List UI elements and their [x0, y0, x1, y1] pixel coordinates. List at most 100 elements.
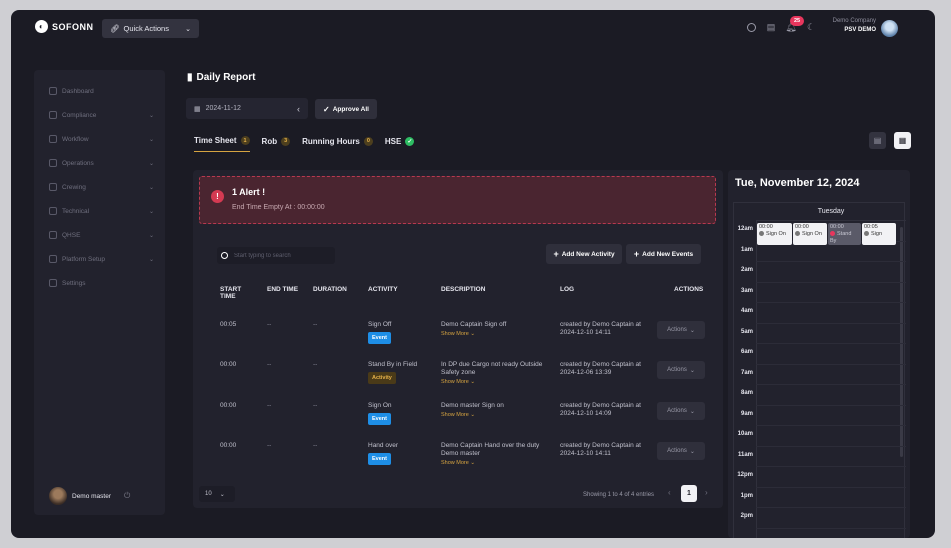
event-dot-icon	[864, 231, 869, 237]
topbar-icons: ▤ 🔔︎ 25 ☾	[746, 16, 816, 32]
calendar-hour-line	[756, 384, 906, 385]
add-new-activity-button[interactable]: + Add New Activity	[546, 244, 622, 264]
sidebar-item-qhse[interactable]: QHSE ⌄	[49, 231, 154, 239]
approve-all-button[interactable]: ✓ Approve All	[315, 99, 377, 119]
sidebar-item-platform-setup[interactable]: Platform Setup ⌄	[49, 255, 154, 263]
calendar-hour-label: 2pm	[740, 513, 753, 519]
page-title-text: Daily Report	[196, 72, 256, 83]
search-box	[217, 247, 335, 264]
col-header-duration[interactable]: DURATION	[313, 286, 347, 293]
sidebar-item-workflow[interactable]: Workflow ⌄	[49, 135, 154, 143]
chevron-left-icon[interactable]: ‹	[297, 104, 300, 114]
sidebar-item-operations[interactable]: Operations ⌄	[49, 159, 154, 167]
calendar-hour-label: 2am	[740, 267, 753, 273]
event-dot-icon	[759, 231, 764, 237]
row-actions-button[interactable]: Actions ⌄	[657, 402, 705, 420]
calendar-event[interactable]: 00:00 Stand By	[828, 223, 861, 245]
sidebar-item-label: Dashboard	[62, 87, 94, 95]
sidebar-item-crewing[interactable]: Crewing ⌄	[49, 183, 154, 191]
per-page-select[interactable]: 10 ⌄	[199, 486, 235, 502]
col-header-activity[interactable]: ACTIVITY	[368, 286, 398, 293]
chevron-down-icon: ⌄	[148, 232, 154, 239]
tab-hse[interactable]: HSE ✓	[384, 134, 415, 152]
sidebar-item-label: Operations	[62, 159, 94, 167]
date-picker[interactable]: ▦ 2024-11-12 ‹	[186, 98, 308, 119]
calendar-hour-line	[756, 466, 906, 467]
description-text: In DP due Cargo not ready Outside Safety…	[441, 361, 543, 376]
chat-icon[interactable]: ▤	[766, 22, 776, 32]
col-header-end-time[interactable]: END TIME	[267, 286, 298, 293]
pagination-page-button[interactable]: 1	[681, 485, 697, 502]
cell-duration: --	[313, 361, 318, 368]
company-name: Demo Company	[832, 18, 876, 24]
chevron-down-icon: ⌄	[185, 25, 191, 33]
calendar-event[interactable]: 00:00 Sign On	[793, 223, 827, 245]
calendar-event[interactable]: 00:00 Sign On	[757, 223, 792, 245]
compliance-icon	[49, 111, 57, 119]
pagination-summary: Showing 1 to 4 of 4 entries	[583, 492, 655, 498]
cell-duration: --	[313, 442, 318, 449]
search-input[interactable]	[234, 252, 329, 259]
logout-icon[interactable]: ⏻	[124, 491, 130, 501]
calendar-hour-line	[756, 528, 906, 529]
tab-running-hours[interactable]: Running Hours 0	[302, 134, 373, 152]
actions-label: Actions	[667, 367, 687, 373]
moon-icon[interactable]: ☾	[806, 22, 816, 32]
row-actions-button[interactable]: Actions ⌄	[657, 442, 705, 460]
timesheet-card: ! 1 Alert ! End Time Empty At : 00:00:00…	[193, 170, 723, 508]
pagination-prev-icon[interactable]: ‹	[668, 488, 671, 497]
calendar-hour-label: 11am	[737, 452, 753, 458]
avatar[interactable]	[49, 487, 67, 505]
sidebar-item-technical[interactable]: Technical ⌄	[49, 207, 154, 215]
sidebar-item-dashboard[interactable]: Dashboard	[49, 87, 154, 95]
calendar-hour-label: 8am	[740, 390, 753, 396]
calendar-hour-line	[756, 487, 906, 488]
show-more-link[interactable]: Show More ⌄	[441, 378, 553, 386]
tab-time-sheet[interactable]: Time Sheet 1	[194, 134, 250, 152]
calendar-day-grid[interactable]: Tuesday 12am 1am 2am 3am 4am 5am 6am 7am…	[733, 202, 906, 538]
list-view-icon[interactable]: ▤	[869, 132, 886, 149]
show-more-link[interactable]: Show More ⌄	[441, 411, 553, 419]
sidebar-item-compliance[interactable]: Compliance ⌄	[49, 111, 154, 119]
cell-log: created by Demo Captain at 2024-12-10 14…	[560, 402, 641, 417]
calendar-hour-label: 10am	[737, 431, 753, 437]
tab-rob[interactable]: Rob 3	[262, 134, 291, 152]
user-avatar[interactable]	[881, 20, 898, 37]
cell-end-time: --	[267, 402, 272, 409]
activity-name: Hand over	[368, 442, 398, 449]
tab-label: HSE	[384, 136, 402, 146]
quick-actions-button[interactable]: 🔗︎ Quick Actions ⌄	[102, 19, 199, 38]
sidebar-item-label: Workflow	[62, 135, 89, 143]
split-view-icon[interactable]: ▦	[894, 132, 911, 149]
date-value: 2024-11-12	[205, 105, 241, 112]
pagination-next-icon[interactable]: ›	[705, 488, 708, 497]
plus-icon: +	[553, 249, 559, 259]
sidebar-item-settings[interactable]: Settings	[49, 279, 154, 287]
cell-start-time: 00:00	[220, 442, 237, 449]
show-more-link[interactable]: Show More ⌄	[441, 330, 553, 338]
alert-icon: !	[211, 190, 224, 203]
calendar-hour-label: 1am	[740, 247, 753, 253]
row-actions-button[interactable]: Actions ⌄	[657, 361, 705, 379]
company-info[interactable]: Demo Company PSV DEMO	[821, 18, 876, 33]
add-new-events-button[interactable]: + Add New Events	[626, 244, 701, 264]
row-actions-button[interactable]: Actions ⌄	[657, 321, 705, 339]
col-header-start-time[interactable]: START TIME	[220, 286, 246, 300]
calendar-event[interactable]: 00:05 Sign	[862, 223, 896, 245]
link-icon: 🔗︎	[110, 24, 120, 33]
show-more-link[interactable]: Show More ⌄	[441, 459, 553, 467]
cell-start-time: 00:05	[220, 321, 237, 328]
col-header-log[interactable]: LOG	[560, 286, 574, 293]
sidebar-user-name: Demo master	[72, 492, 112, 500]
bell-icon[interactable]: 🔔︎ 25	[785, 16, 805, 32]
calendar-hour-line	[756, 343, 906, 344]
cell-activity: Sign On Event	[368, 402, 392, 425]
crewing-icon	[49, 183, 57, 191]
calendar-panel: Tue, November 12, 2024 Tuesday 12am 1am …	[728, 170, 910, 538]
description-text: Demo master Sign on	[441, 402, 504, 409]
brand-logo[interactable]: ◐ SOFONN	[35, 20, 94, 33]
status-ring-icon[interactable]	[746, 22, 756, 32]
col-header-description[interactable]: DESCRIPTION	[441, 286, 485, 293]
event-label: Sign On	[802, 231, 822, 237]
calendar-day-header: Tuesday	[756, 203, 906, 221]
